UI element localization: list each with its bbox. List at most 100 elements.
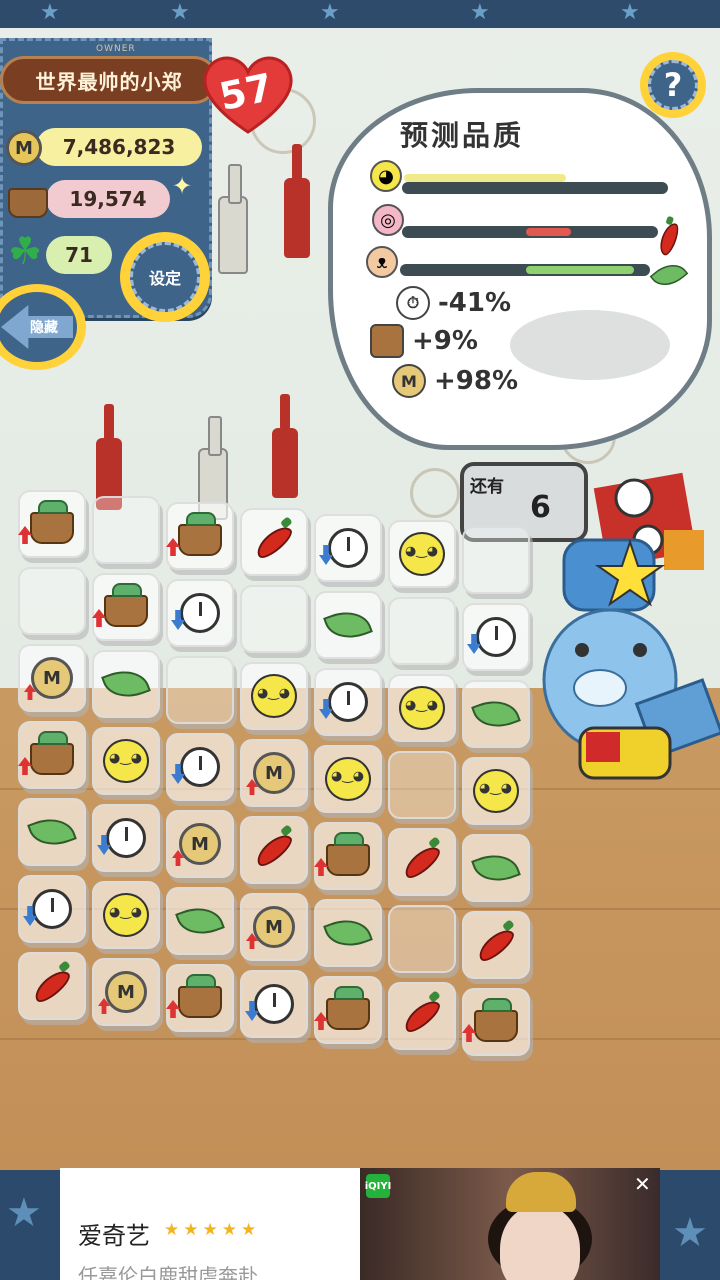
grid-tile[interactable]	[18, 721, 86, 789]
grid-tile[interactable]	[314, 745, 382, 813]
basket-icon	[178, 512, 222, 556]
grid-tile[interactable]	[18, 567, 86, 635]
quality-bar-fill	[404, 174, 566, 182]
basket-icon	[474, 998, 518, 1042]
coin-icon: M	[253, 752, 295, 794]
chili-icon	[30, 965, 74, 1007]
grid-tile[interactable]: M	[18, 644, 86, 712]
wine-bottle-decoration	[284, 144, 310, 258]
grid-tile[interactable]	[314, 822, 382, 890]
smile-icon: ◕	[370, 160, 402, 192]
dish-plate-image	[510, 310, 670, 380]
basket-icon	[326, 986, 370, 1030]
grid-tile[interactable]	[240, 970, 308, 1038]
grid-tile[interactable]	[166, 502, 234, 570]
stat-time: ⏱ -41%	[396, 286, 511, 320]
grid-tile[interactable]: M	[240, 739, 308, 807]
grid-tile[interactable]	[92, 496, 160, 564]
grid-tile[interactable]	[18, 490, 86, 558]
star-decoration-icon: ★	[470, 0, 490, 25]
quality-bar-track	[402, 182, 668, 194]
grid-tile[interactable]	[462, 834, 530, 902]
grid-tile[interactable]	[388, 597, 456, 665]
leaf-icon	[323, 603, 373, 647]
grid-tile[interactable]	[388, 905, 456, 973]
clovers-value: 71	[46, 236, 112, 274]
leaf-icon	[101, 662, 151, 706]
grid-tile[interactable]	[240, 508, 308, 576]
match-grid[interactable]: MMMMM	[18, 490, 540, 1100]
basket-icon	[30, 500, 74, 544]
smile-icon	[103, 893, 149, 937]
star-decoration-icon: ★	[620, 0, 640, 25]
leaf-icon	[175, 899, 225, 943]
bottle-decoration	[218, 164, 248, 274]
timer-icon	[32, 889, 72, 929]
grid-tile[interactable]	[462, 988, 530, 1056]
grid-tile[interactable]	[314, 591, 382, 659]
grid-tile[interactable]	[240, 816, 308, 884]
grid-tile[interactable]	[92, 573, 160, 641]
grid-tile[interactable]	[92, 881, 160, 949]
coin-icon: M	[179, 823, 221, 865]
quality-bar-fill	[526, 266, 634, 274]
grid-tile[interactable]	[388, 828, 456, 896]
grid-tile[interactable]	[92, 727, 160, 795]
ad-subtitle: 任嘉伦白鹿甜虐奔赴	[78, 1264, 258, 1280]
grid-tile[interactable]	[388, 982, 456, 1050]
grid-tile[interactable]	[240, 662, 308, 730]
grid-tile[interactable]: M	[92, 958, 160, 1026]
grid-tile[interactable]	[462, 757, 530, 825]
timer-icon: ⏱	[396, 286, 430, 320]
grid-tile[interactable]	[462, 526, 530, 594]
grid-tile[interactable]	[314, 668, 382, 736]
grid-tile[interactable]	[240, 585, 308, 653]
grid-tile[interactable]	[388, 520, 456, 588]
grid-tile[interactable]	[314, 514, 382, 582]
grid-tile[interactable]	[462, 911, 530, 979]
grid-tile[interactable]	[18, 952, 86, 1020]
smile-icon	[251, 674, 297, 718]
wine-bottle-decoration	[272, 394, 298, 498]
stat-basket: +9%	[370, 324, 478, 358]
chili-icon	[474, 924, 518, 966]
grid-tile[interactable]	[166, 656, 234, 724]
basket-icon	[104, 583, 148, 627]
star-decoration-icon: ★	[672, 1210, 708, 1256]
grid-tile[interactable]	[462, 680, 530, 748]
grid-tile[interactable]	[314, 976, 382, 1044]
settings-label: 设定	[130, 242, 200, 312]
grid-tile[interactable]	[166, 887, 234, 955]
bear-mascot-icon	[542, 472, 720, 780]
grid-tile[interactable]	[462, 603, 530, 671]
grid-tile[interactable]	[92, 650, 160, 718]
pig-icon: ᴥ	[366, 246, 398, 278]
star-decoration-icon: ★	[6, 1190, 42, 1236]
grid-tile[interactable]	[388, 674, 456, 742]
timer-icon	[328, 528, 368, 568]
chili-icon	[400, 841, 444, 883]
grid-tile[interactable]	[18, 798, 86, 866]
grid-tile[interactable]	[388, 751, 456, 819]
grid-tile[interactable]	[92, 804, 160, 872]
ad-image: iQIYI	[360, 1168, 660, 1280]
grid-tile[interactable]: M	[240, 893, 308, 961]
quality-title: 预测品质	[400, 119, 525, 152]
chili-icon	[252, 829, 296, 871]
basket-icon	[178, 974, 222, 1018]
settings-button[interactable]: 设定	[120, 232, 210, 322]
smile-icon	[103, 739, 149, 783]
basket-icon	[30, 731, 74, 775]
sparkle-icon: ✦	[172, 172, 193, 200]
grid-tile[interactable]	[166, 964, 234, 1032]
grid-tile[interactable]	[18, 875, 86, 943]
grid-tile[interactable]	[166, 733, 234, 801]
timer-icon	[180, 747, 220, 787]
ad-close-button[interactable]: ✕	[634, 1172, 651, 1196]
grid-tile[interactable]	[166, 579, 234, 647]
ad-banner[interactable]: 爱奇艺 ★★★★★ 任嘉伦白鹿甜虐奔赴 iQIYI ✕	[60, 1168, 660, 1280]
grid-tile[interactable]: M	[166, 810, 234, 878]
coin-icon: M	[6, 130, 42, 166]
help-button[interactable]: ?	[640, 52, 706, 118]
grid-tile[interactable]	[314, 899, 382, 967]
